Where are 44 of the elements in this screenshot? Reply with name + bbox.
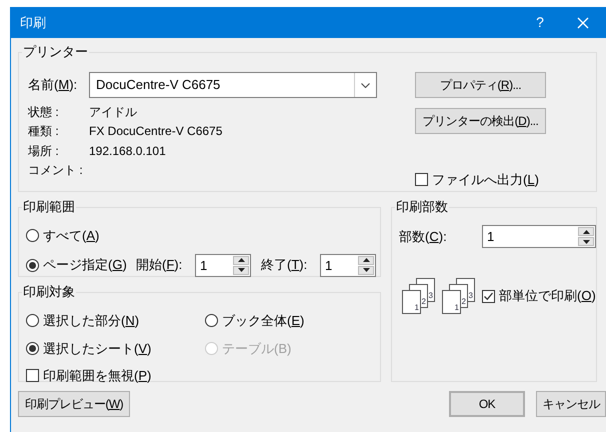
group-label: 印刷対象: [22, 283, 76, 301]
checkbox[interactable]: [482, 290, 495, 302]
print-preview-button[interactable]: 印刷プレビュー(W): [18, 391, 130, 417]
help-button[interactable]: ?: [520, 7, 560, 38]
field-label: 終了(T):: [261, 256, 308, 274]
properties-button[interactable]: プロパティ(R)...: [415, 72, 546, 98]
checkbox-label: 部単位で印刷(O): [499, 287, 596, 306]
checkbox-label: 印刷範囲を無視(P): [43, 367, 152, 385]
radio-label: 選択した部分(N): [43, 312, 140, 330]
ok-button[interactable]: OK: [449, 391, 525, 417]
info-label: コメント :: [28, 162, 84, 180]
radio-label: テーブル(B): [222, 340, 292, 358]
cancel-button[interactable]: キャンセル: [536, 391, 606, 417]
radio-button[interactable]: [26, 258, 39, 272]
group-label: 印刷部数: [395, 198, 449, 216]
radio-button[interactable]: [26, 229, 39, 242]
info-label: 状態 :: [28, 104, 60, 121]
radio-button[interactable]: [26, 342, 39, 355]
info-value: アイドル: [89, 104, 137, 121]
radio-button[interactable]: [205, 314, 218, 328]
radio-label: 選択したシート(V): [43, 340, 152, 358]
radio-label: ページ指定(G): [43, 256, 127, 274]
checkbox[interactable]: [26, 369, 39, 382]
field-label: 部数(C):: [399, 228, 448, 246]
radio-button[interactable]: [26, 314, 39, 328]
checkbox-label: ファイルへ出力(L): [432, 171, 539, 189]
printer-dropdown[interactable]: DocuCentre-V C6675: [89, 72, 377, 98]
radio-label: すべて(A): [43, 227, 100, 245]
collate-drawing: 3 2 1: [442, 278, 476, 314]
close-icon: [577, 16, 589, 28]
checkbox[interactable]: [415, 173, 428, 186]
info-value: FX DocuCentre-V C6675: [89, 123, 222, 140]
chevron-down-icon: [361, 82, 370, 88]
group-label: 印刷範囲: [22, 198, 76, 216]
info-label: 種類 :: [28, 123, 60, 140]
window-title: 印刷: [20, 14, 46, 32]
field-label: 開始(F):: [136, 256, 184, 274]
radio-label: ブック全体(E): [222, 312, 304, 330]
info-value: 192.168.0.101: [89, 142, 166, 160]
group-label: プリンター: [22, 43, 89, 61]
info-label: 場所 :: [28, 142, 60, 160]
find-printer-button[interactable]: プリンターの検出(D)...: [415, 108, 546, 134]
collate-drawing: 3 2 1: [402, 278, 436, 314]
field-label: 名前(M):: [28, 76, 78, 94]
